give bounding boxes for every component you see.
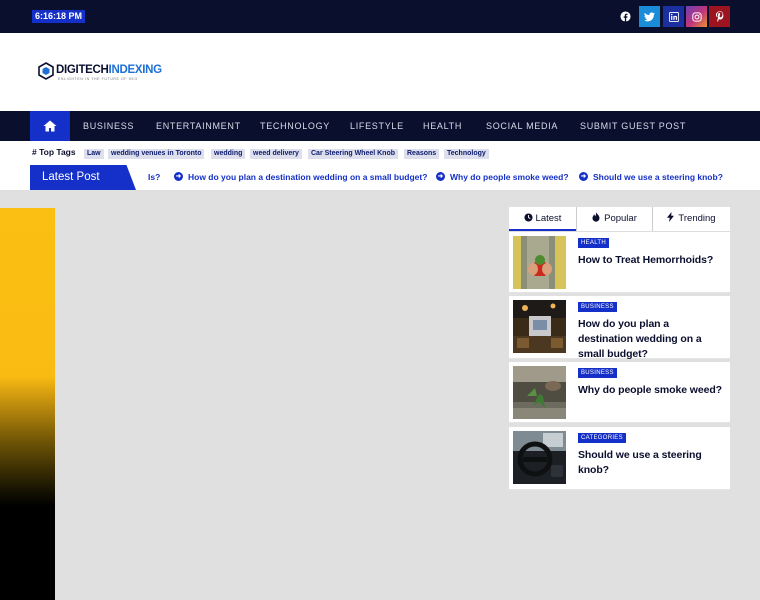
facebook-icon[interactable] xyxy=(615,6,636,27)
logo-wordmark: DIGITECHINDEXING xyxy=(56,64,162,76)
widget-post-item[interactable]: BUSINESS How do you plan a destination w… xyxy=(509,296,730,362)
widget-post-item[interactable]: CATEGORIES Should we use a steering knob… xyxy=(509,427,730,490)
tab-latest[interactable]: Latest xyxy=(509,207,576,231)
logo-tagline: ENLIGHTEN IN THE FUTURE OF SEO xyxy=(58,77,138,81)
home-icon xyxy=(43,120,57,132)
widget-post-item[interactable]: BUSINESS Why do people smoke weed? xyxy=(509,362,730,423)
arrow-right-circle-icon: ➜ xyxy=(436,172,445,182)
nav-health[interactable]: HEALTH xyxy=(423,111,462,141)
post-thumbnail[interactable] xyxy=(513,300,566,353)
post-title[interactable]: How do you plan a destination wedding on… xyxy=(578,317,726,362)
nav-submit-guest-post[interactable]: SUBMIT GUEST POST xyxy=(580,111,686,141)
clock: 6:16:18 PM xyxy=(32,10,86,23)
instagram-icon[interactable] xyxy=(686,6,707,27)
nav-entertainment[interactable]: ENTERTAINMENT xyxy=(156,111,241,141)
widget-tabs: Latest Popular Trending xyxy=(509,207,730,232)
arrow-right-circle-icon: ➜ xyxy=(579,172,588,182)
fire-icon xyxy=(592,212,600,222)
post-thumbnail[interactable] xyxy=(513,236,566,289)
nav-business[interactable]: BUSINESS xyxy=(83,111,134,141)
post-title[interactable]: How to Treat Hemorrhoids? xyxy=(578,253,726,268)
post-title[interactable]: Should we use a steering knob? xyxy=(578,448,726,478)
post-title[interactable]: Why do people smoke weed? xyxy=(578,383,726,398)
linkedin-icon[interactable] xyxy=(663,6,684,27)
tag-law[interactable]: Law xyxy=(84,149,104,159)
pinterest-icon[interactable] xyxy=(709,6,730,27)
top-tags-bar: # Top Tags Law wedding venues in Toronto… xyxy=(0,141,760,165)
tag-wedding[interactable]: wedding xyxy=(211,149,246,159)
tab-trending[interactable]: Trending xyxy=(653,207,730,231)
nav-technology[interactable]: TECHNOLOGY xyxy=(260,111,330,141)
main-nav: BUSINESS ENTERTAINMENT TECHNOLOGY LIFEST… xyxy=(0,111,760,141)
nav-lifestyle[interactable]: LIFESTYLE xyxy=(350,111,404,141)
ticker-item[interactable]: ➜ Should we use a steering knob? xyxy=(579,165,723,190)
twitter-icon[interactable] xyxy=(639,6,660,27)
tag-weed-delivery[interactable]: weed delivery xyxy=(250,149,302,159)
tab-popular[interactable]: Popular xyxy=(577,207,652,231)
ticker-item[interactable]: ➜ Why do people smoke weed? xyxy=(436,165,569,190)
latest-post-label: Latest Post xyxy=(30,165,136,190)
home-button[interactable] xyxy=(30,111,70,141)
site-logo[interactable]: DIGITECHINDEXING ENLIGHTEN IN THE FUTURE… xyxy=(38,62,162,84)
category-badge[interactable]: BUSINESS xyxy=(578,368,617,378)
ticker-item[interactable]: Is? xyxy=(148,165,160,190)
post-thumbnail[interactable] xyxy=(513,366,566,419)
bolt-icon xyxy=(667,212,675,222)
logo-hexagon-icon xyxy=(38,62,54,80)
nav-social-media[interactable]: SOCIAL MEDIA xyxy=(486,111,558,141)
tag-wedding-venues[interactable]: wedding venues in Toronto xyxy=(108,149,205,159)
tag-steering-wheel-knob[interactable]: Car Steering Wheel Knob xyxy=(308,149,399,159)
tag-technology[interactable]: Technology xyxy=(444,149,489,159)
arrow-right-circle-icon: ➜ xyxy=(174,172,183,182)
tag-reasons[interactable]: Reasons xyxy=(404,149,440,159)
top-tags-label: # Top Tags xyxy=(32,147,76,157)
latest-post-ticker: Latest Post Is? ➜ How do you plan a desti… xyxy=(0,165,760,190)
post-thumbnail[interactable] xyxy=(513,431,566,484)
widget-post-item[interactable]: HEALTH How to Treat Hemorrhoids? xyxy=(509,232,730,293)
category-badge[interactable]: CATEGORIES xyxy=(578,433,626,443)
top-bar: 6:16:18 PM xyxy=(0,0,760,33)
category-badge[interactable]: HEALTH xyxy=(578,238,610,248)
featured-banner-image[interactable] xyxy=(0,208,55,600)
clock-icon xyxy=(523,213,533,222)
ticker-item[interactable]: ➜ How do you plan a destination wedding o… xyxy=(174,165,427,190)
category-badge[interactable]: BUSINESS xyxy=(578,302,617,312)
